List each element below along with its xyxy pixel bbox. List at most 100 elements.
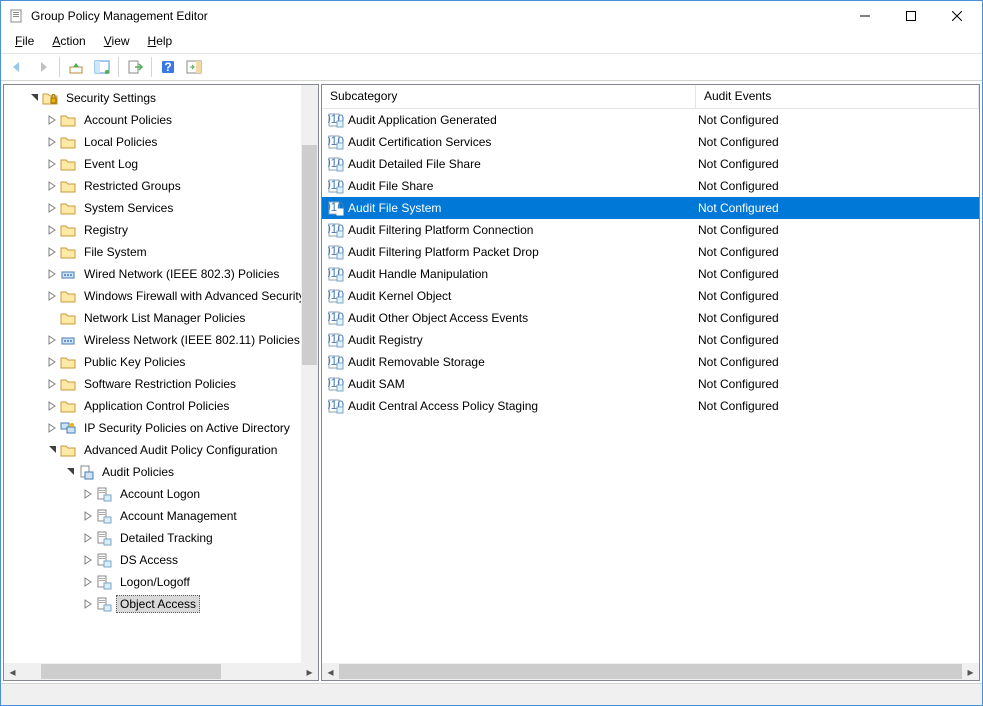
export-list-button[interactable] <box>123 55 147 79</box>
tree-expander-icon[interactable] <box>44 156 60 172</box>
list-row[interactable]: 010Audit Removable StorageNot Configured <box>322 351 979 373</box>
tree-item[interactable]: Event Log <box>4 153 318 175</box>
tree-item[interactable]: Advanced Audit Policy Configuration <box>4 439 318 461</box>
back-button[interactable] <box>5 55 29 79</box>
tree-item[interactable]: Wired Network (IEEE 802.3) Policies <box>4 263 318 285</box>
folder-icon <box>60 442 76 458</box>
statusbar <box>1 683 982 705</box>
tree-item[interactable]: Network List Manager Policies <box>4 307 318 329</box>
tree-expander-icon[interactable] <box>44 112 60 128</box>
tree-vertical-scrollbar[interactable] <box>301 85 318 663</box>
audit-events-label: Not Configured <box>696 377 979 391</box>
list-row[interactable]: 010Audit RegistryNot Configured <box>322 329 979 351</box>
subcategory-label: Audit Removable Storage <box>348 355 485 369</box>
audit-events-label: Not Configured <box>696 157 979 171</box>
tree-item-label: Software Restriction Policies <box>80 375 240 393</box>
tree-item-label: Logon/Logoff <box>116 573 194 591</box>
toolbar-separator <box>151 57 152 77</box>
tree-item[interactable]: System Services <box>4 197 318 219</box>
tree-expander-icon[interactable] <box>44 266 60 282</box>
tree-expander-icon[interactable] <box>80 574 96 590</box>
list-row[interactable]: 010Audit Filtering Platform Packet DropN… <box>322 241 979 263</box>
tree-expander-icon[interactable] <box>26 90 42 106</box>
forward-button[interactable] <box>31 55 55 79</box>
folder-icon <box>60 354 76 370</box>
tree-item[interactable]: Account Policies <box>4 109 318 131</box>
tree-item[interactable]: IP Security Policies on Active Directory <box>4 417 318 439</box>
tree-item[interactable]: Account Logon <box>4 483 318 505</box>
tree-item[interactable]: DS Access <box>4 549 318 571</box>
tree-item[interactable]: Windows Firewall with Advanced Security <box>4 285 318 307</box>
tree-pane: Security SettingsAccount PoliciesLocal P… <box>3 84 319 681</box>
tree-horizontal-scrollbar[interactable]: ◂▸ <box>4 663 318 680</box>
tree-expander-icon[interactable] <box>44 442 60 458</box>
tree-expander-icon[interactable] <box>44 178 60 194</box>
tree-view[interactable]: Security SettingsAccount PoliciesLocal P… <box>4 85 318 617</box>
tree-expander-icon[interactable] <box>80 596 96 612</box>
tree-item[interactable]: File System <box>4 241 318 263</box>
tree-expander-icon[interactable] <box>44 398 60 414</box>
tree-expander-icon[interactable] <box>44 420 60 436</box>
tree-item[interactable]: Software Restriction Policies <box>4 373 318 395</box>
subcategory-label: Audit Certification Services <box>348 135 491 149</box>
tree-expander-icon[interactable] <box>44 376 60 392</box>
menu-file[interactable]: File <box>7 33 42 49</box>
tree-expander-icon[interactable] <box>80 486 96 502</box>
tree-item[interactable]: Audit Policies <box>4 461 318 483</box>
tree-item-security-settings[interactable]: Security Settings <box>4 87 318 109</box>
menu-help[interactable]: Help <box>140 33 181 49</box>
column-header-subcategory[interactable]: Subcategory <box>322 85 696 108</box>
tree-item[interactable]: Local Policies <box>4 131 318 153</box>
list-horizontal-scrollbar[interactable]: ◂▸ <box>322 663 979 680</box>
tree-expander-icon[interactable] <box>80 552 96 568</box>
tree-item[interactable]: Detailed Tracking <box>4 527 318 549</box>
policy-icon: 010 <box>328 178 344 194</box>
list-row[interactable]: 010Audit Other Object Access EventsNot C… <box>322 307 979 329</box>
list-row[interactable]: 010Audit File ShareNot Configured <box>322 175 979 197</box>
tree-expander-icon[interactable] <box>44 200 60 216</box>
list-row[interactable]: 010Audit Central Access Policy StagingNo… <box>322 395 979 417</box>
show-hide-console-tree-button[interactable] <box>90 55 114 79</box>
tree-expander-icon[interactable] <box>44 134 60 150</box>
tree-expander-icon[interactable] <box>62 464 78 480</box>
tree-item[interactable]: Public Key Policies <box>4 351 318 373</box>
list-row[interactable]: 010Audit SAMNot Configured <box>322 373 979 395</box>
tree-expander-icon[interactable] <box>44 222 60 238</box>
audit-events-label: Not Configured <box>696 245 979 259</box>
help-button[interactable]: ? <box>156 55 180 79</box>
tree-item-label: Event Log <box>80 155 142 173</box>
audit-events-label: Not Configured <box>696 223 979 237</box>
tree-expander-icon[interactable] <box>80 530 96 546</box>
show-hide-action-pane-button[interactable] <box>182 55 206 79</box>
close-button[interactable] <box>934 1 980 31</box>
subcategory-label: Audit Application Generated <box>348 113 497 127</box>
tree-item[interactable]: Application Control Policies <box>4 395 318 417</box>
list-row[interactable]: 010Audit Kernel ObjectNot Configured <box>322 285 979 307</box>
tree-item[interactable]: Restricted Groups <box>4 175 318 197</box>
tree-expander-icon[interactable] <box>44 332 60 348</box>
tree-item-label: DS Access <box>116 551 182 569</box>
tree-expander-icon[interactable] <box>80 508 96 524</box>
minimize-button[interactable] <box>842 1 888 31</box>
tree-item[interactable]: Logon/Logoff <box>4 571 318 593</box>
list-row[interactable]: 010Audit Detailed File ShareNot Configur… <box>322 153 979 175</box>
list-row[interactable]: 010Audit Filtering Platform ConnectionNo… <box>322 219 979 241</box>
tree-item[interactable]: Registry <box>4 219 318 241</box>
maximize-button[interactable] <box>888 1 934 31</box>
list-row[interactable]: 010Audit Application GeneratedNot Config… <box>322 109 979 131</box>
list-row[interactable]: 010Audit Handle ManipulationNot Configur… <box>322 263 979 285</box>
column-header-audit-events[interactable]: Audit Events <box>696 85 979 108</box>
tree-item[interactable]: Account Management <box>4 505 318 527</box>
menu-view[interactable]: View <box>96 33 138 49</box>
tree-item[interactable]: Object Access <box>4 593 318 615</box>
menu-action[interactable]: Action <box>44 33 93 49</box>
tree-item[interactable]: Wireless Network (IEEE 802.11) Policies <box>4 329 318 351</box>
audit-events-label: Not Configured <box>696 267 979 281</box>
tree-expander-icon[interactable] <box>44 288 60 304</box>
tree-expander-icon[interactable] <box>44 354 60 370</box>
up-button[interactable] <box>64 55 88 79</box>
tree-expander-icon[interactable] <box>44 244 60 260</box>
list-view[interactable]: 010 Audit Application Generated Not Config… <box>322 109 979 663</box>
list-row[interactable]: 010Audit File SystemNot Configured <box>322 197 979 219</box>
list-row[interactable]: 010Audit Certification ServicesNot Confi… <box>322 131 979 153</box>
